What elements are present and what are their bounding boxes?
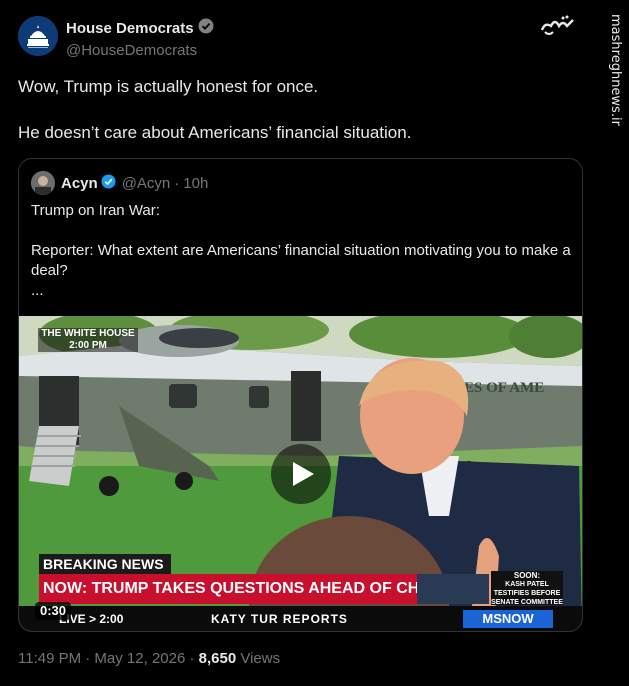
soon-title: SOON: xyxy=(513,571,541,580)
helicopter-lettering: ES OF AME xyxy=(464,380,544,396)
soon-box: SOON: KASH PATEL TESTIFIES BEFORE SENATE… xyxy=(491,571,563,606)
network-logo: MSNOW xyxy=(463,610,553,628)
video-duration: 0:30 xyxy=(35,602,72,620)
quoted-text-line: Trump on Iran War: xyxy=(31,202,160,219)
mashregh-logo xyxy=(539,14,577,41)
quoted-author-handle[interactable]: @Acyn xyxy=(122,175,171,192)
quoted-author-avatar[interactable] xyxy=(31,171,55,195)
watermark-url: mashreghnews.ir xyxy=(608,14,623,126)
play-button[interactable] xyxy=(271,444,331,504)
overlay-time: 2:00 PM xyxy=(69,340,107,351)
quoted-tweet-text: Trump on Iran War: Reporter: What extent… xyxy=(31,201,571,301)
quoted-tweet-header: Acyn @Acyn · 10h xyxy=(31,171,208,195)
overlay-location: THE WHITE HOUSE xyxy=(41,328,135,339)
breaking-news-label: BREAKING NEWS xyxy=(39,554,171,574)
location-overlay: THE WHITE HOUSE 2:00 PM xyxy=(38,328,138,352)
show-name: KATY TUR REPORTS xyxy=(211,612,348,626)
bottom-ticker: LIVE > 2:00 KATY TUR REPORTS MSNOW xyxy=(19,606,582,631)
tweet-timestamp[interactable]: 11:49 PM · May 12, 2026 · xyxy=(18,650,199,667)
quoted-text-line: Reporter: What extent are Americans’ fin… xyxy=(31,242,571,279)
tweet-header: House Democrats @HouseDemocrats xyxy=(18,16,214,59)
verified-badge-icon xyxy=(101,173,116,193)
quoted-tweet-age[interactable]: 10h xyxy=(183,175,208,192)
author-handle[interactable]: @HouseDemocrats xyxy=(66,42,214,59)
soon-line: KASH PATEL xyxy=(505,581,549,588)
tweet-text-line: Wow, Trump is actually honest for once. xyxy=(18,77,319,96)
quoted-author-name[interactable]: Acyn xyxy=(61,175,98,192)
verified-badge-icon xyxy=(198,18,214,38)
news-headline: NOW: TRUMP TAKES QUESTIONS AHEAD OF CHIN… xyxy=(39,574,419,604)
soon-line: TESTIFIES BEFORE xyxy=(493,590,561,597)
views-count: 8,650 xyxy=(198,650,237,667)
play-icon xyxy=(293,462,314,486)
separator-dot: · xyxy=(174,174,180,192)
views-label: Views xyxy=(236,650,281,667)
capitol-icon xyxy=(18,16,58,56)
tweet-text-line: He doesn’t care about Americans’ financi… xyxy=(18,123,412,142)
video-player[interactable]: ES OF AME THE WHITE HOUSE 2:00 PM BREAKI… xyxy=(19,316,582,631)
tweet-text: Wow, Trump is actually honest for once. … xyxy=(18,76,578,144)
inset-video xyxy=(417,574,489,604)
quoted-tweet-card[interactable]: Acyn @Acyn · 10h Trump on Iran War: Repo… xyxy=(18,158,583,632)
author-name[interactable]: House Democrats xyxy=(66,20,194,37)
tweet-meta: 11:49 PM · May 12, 2026 · 8,650 Views xyxy=(18,650,280,667)
quoted-text-line: ... xyxy=(31,282,44,299)
author-avatar[interactable] xyxy=(18,16,58,56)
